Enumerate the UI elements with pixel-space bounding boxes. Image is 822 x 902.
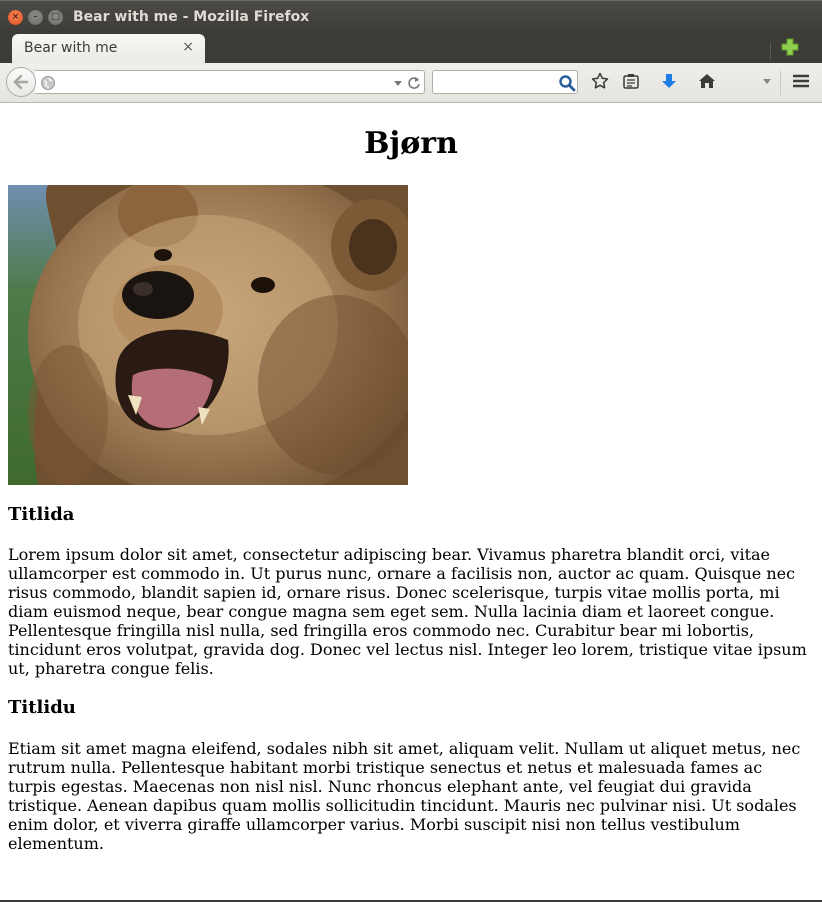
section-heading: Titlidu xyxy=(8,697,76,718)
reading-list-icon[interactable] xyxy=(622,72,640,90)
toolbar-divider xyxy=(780,71,781,95)
tab-label: Bear with me xyxy=(24,40,118,56)
url-input[interactable] xyxy=(59,73,389,91)
tab-strip: Bear with me × xyxy=(0,34,822,63)
navigation-toolbar xyxy=(0,63,822,103)
back-button[interactable] xyxy=(6,67,36,97)
chevron-down-icon[interactable] xyxy=(762,76,772,86)
bookmark-star-icon[interactable] xyxy=(591,72,609,90)
new-tab-icon[interactable] xyxy=(781,38,799,56)
url-bar[interactable] xyxy=(35,70,425,94)
hamburger-menu-icon[interactable] xyxy=(792,72,810,90)
tab-close-icon[interactable]: × xyxy=(182,39,194,55)
search-bar[interactable] xyxy=(432,70,578,94)
window-maximize-button[interactable]: □ xyxy=(48,10,63,25)
home-icon[interactable] xyxy=(698,72,716,90)
tabstrip-divider xyxy=(770,42,771,60)
search-icon[interactable] xyxy=(558,74,576,92)
section-paragraph: Lorem ipsum dolor sit amet, consectetur … xyxy=(8,545,807,678)
window-minimize-button[interactable]: – xyxy=(28,10,43,25)
window-title: Bear with me - Mozilla Firefox xyxy=(73,9,310,25)
section-paragraph: Etiam sit amet magna eleifend, sodales n… xyxy=(8,739,801,853)
page-content: Bjørn Titlida Lorem ipsum dolor sit amet… xyxy=(0,104,822,900)
bear-image xyxy=(8,185,408,485)
dropdown-arrow-icon[interactable] xyxy=(393,75,403,91)
reload-icon[interactable] xyxy=(407,75,421,91)
tab-bear-with-me[interactable]: Bear with me × xyxy=(12,34,205,63)
window-titlebar: × – □ Bear with me - Mozilla Firefox xyxy=(0,0,822,34)
section-heading: Titlida xyxy=(8,504,75,525)
back-icon xyxy=(13,74,29,90)
page-title: Bjørn xyxy=(364,126,458,161)
globe-icon xyxy=(41,76,55,90)
window-close-button[interactable]: × xyxy=(8,10,23,25)
search-input[interactable] xyxy=(437,73,555,91)
download-icon[interactable] xyxy=(660,72,678,90)
